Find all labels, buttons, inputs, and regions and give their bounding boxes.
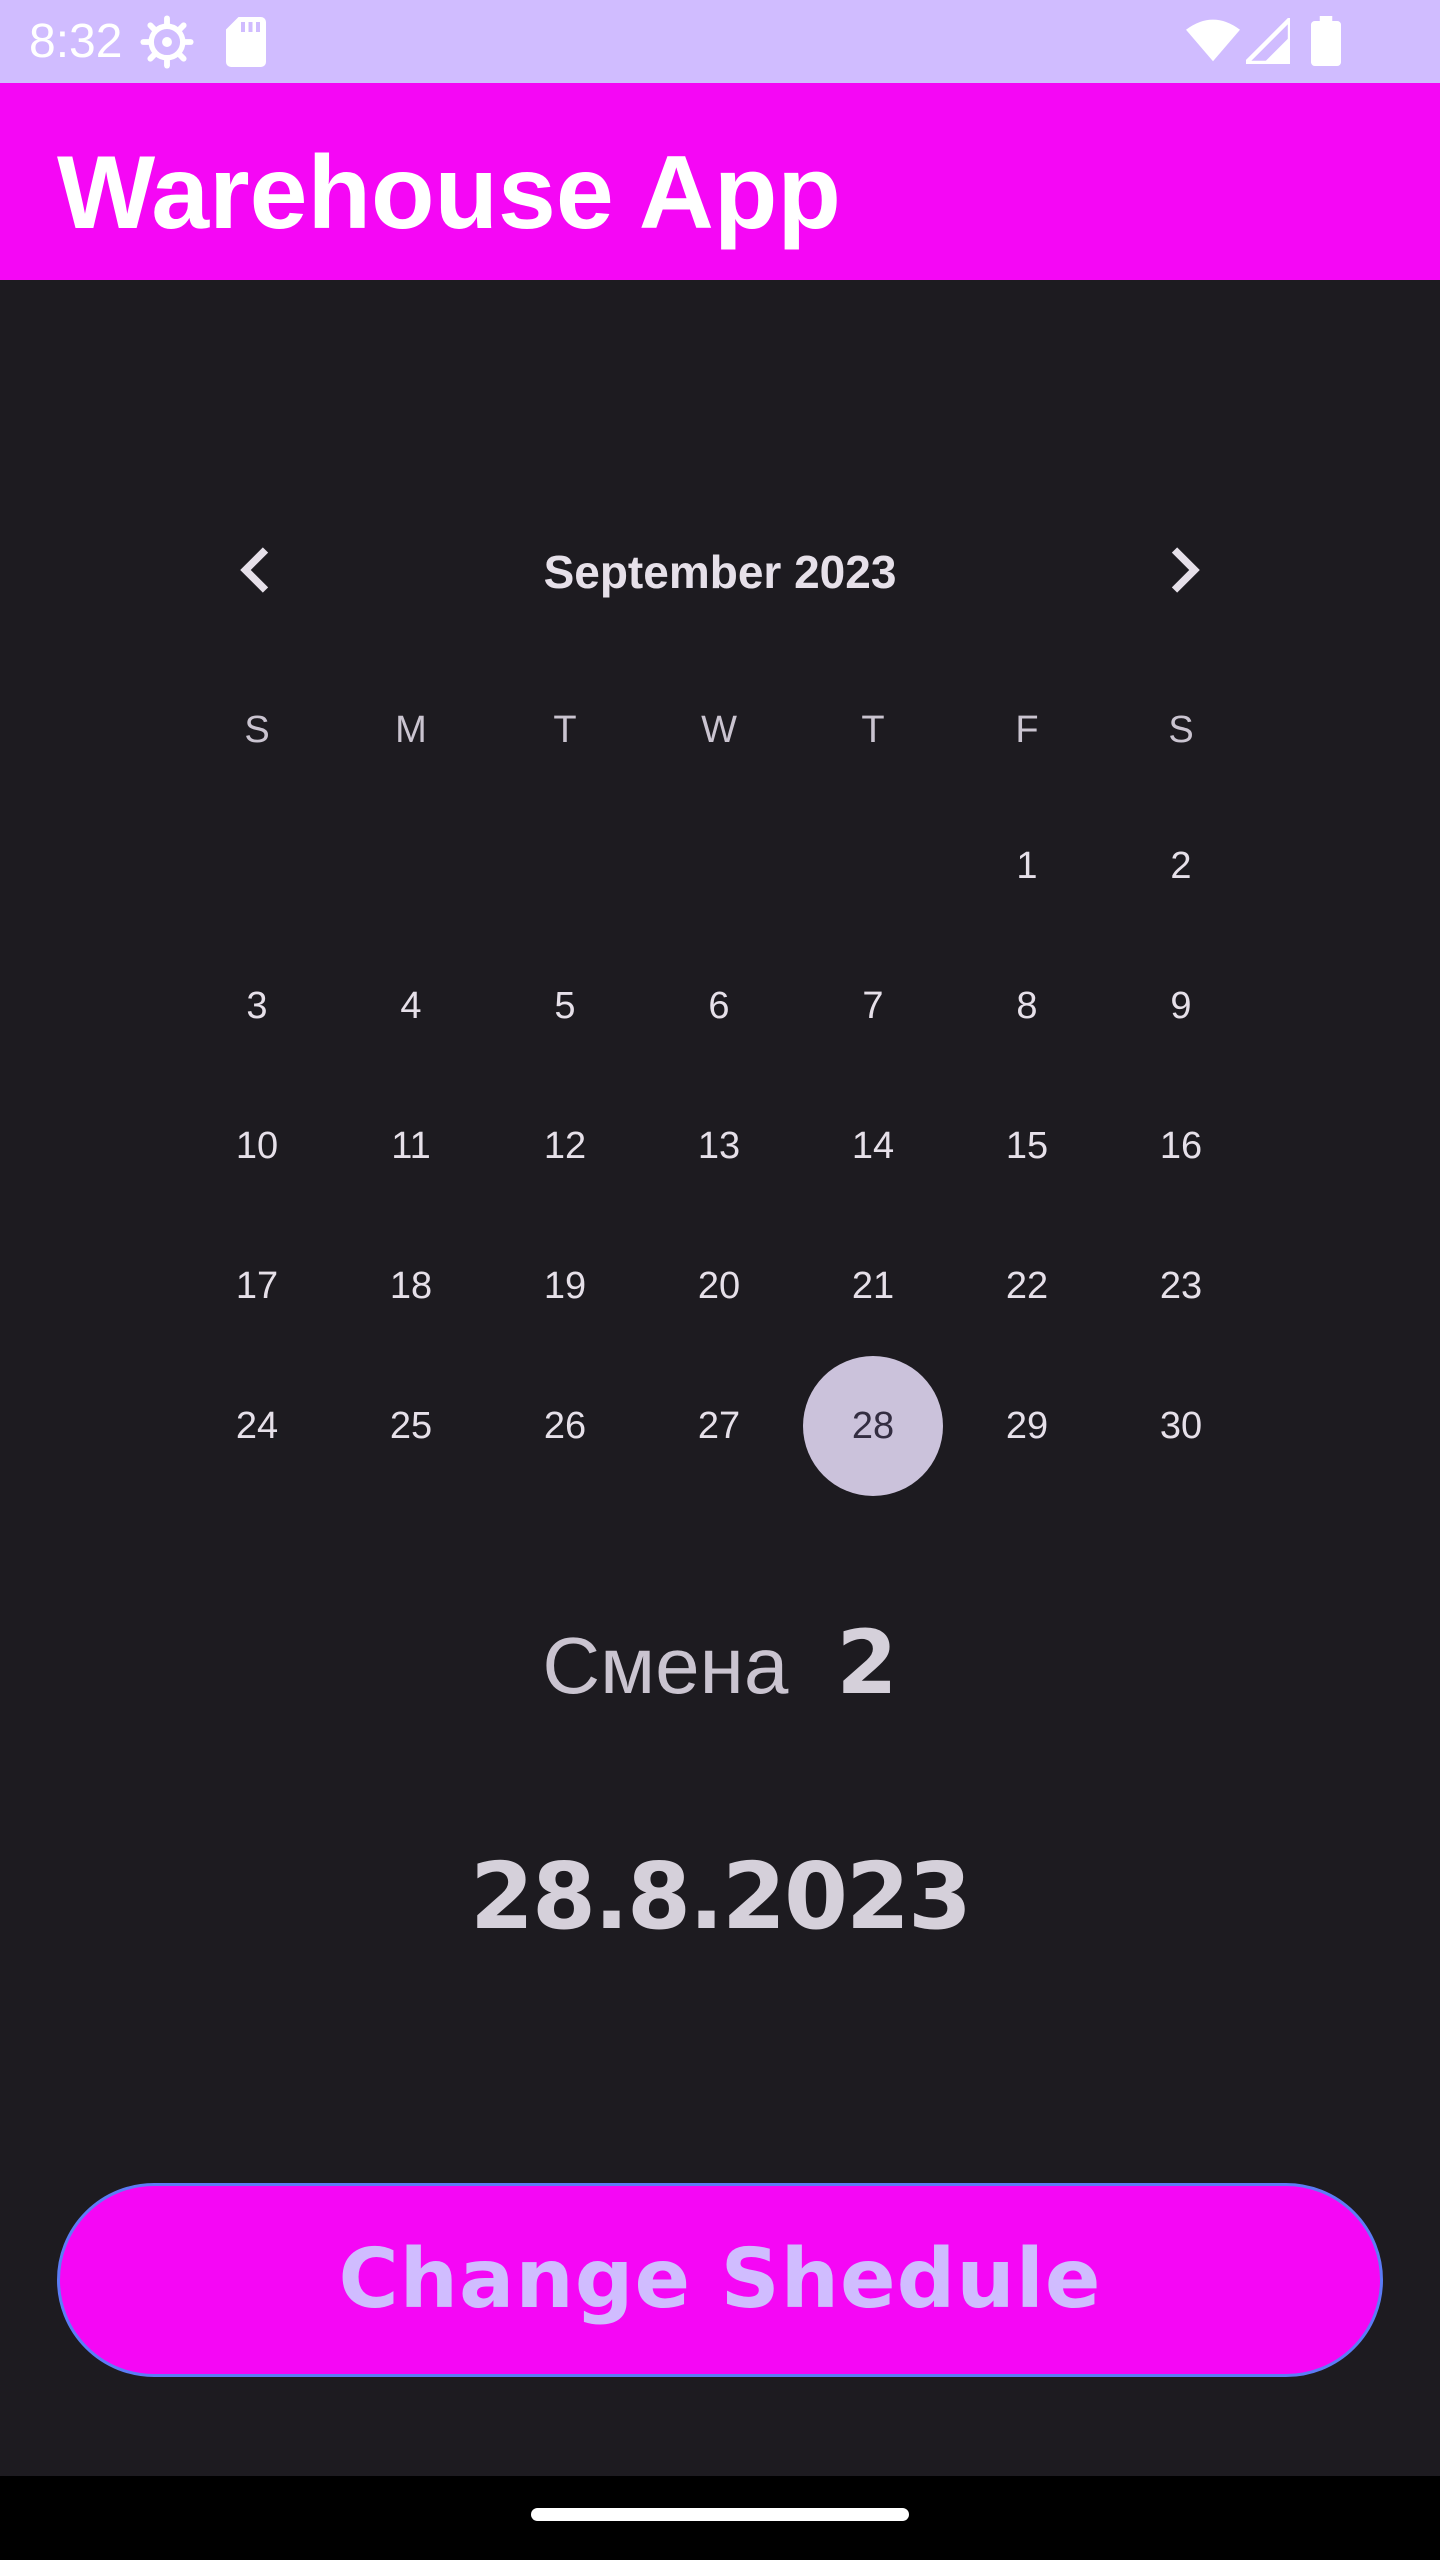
day-cell[interactable]: 20 (649, 1216, 789, 1356)
day-cell[interactable]: 5 (495, 936, 635, 1076)
day-cell[interactable]: 4 (341, 936, 481, 1076)
day-cell[interactable]: 24 (187, 1356, 327, 1496)
day-cell[interactable]: 29 (957, 1356, 1097, 1496)
day-cell[interactable]: 10 (187, 1076, 327, 1216)
change-schedule-label: Change Shedule (338, 2232, 1102, 2327)
weekday-label: T (553, 709, 577, 751)
day-cell[interactable]: 19 (495, 1216, 635, 1356)
home-handle[interactable] (531, 2508, 909, 2521)
change-schedule-button[interactable]: Change Shedule (57, 2183, 1383, 2377)
day-cell[interactable]: 9 (1111, 936, 1251, 1076)
day-cell[interactable]: 27 (649, 1356, 789, 1496)
day-cell[interactable]: 18 (341, 1216, 481, 1356)
day-cell[interactable]: 25 (341, 1356, 481, 1496)
wifi-icon (1186, 19, 1240, 62)
day-cell[interactable]: 15 (957, 1076, 1097, 1216)
gear-icon (140, 15, 194, 69)
day-cell[interactable]: 7 (803, 936, 943, 1076)
weekday-label: W (701, 709, 737, 751)
day-cell[interactable]: 6 (649, 936, 789, 1076)
shift-row: Смена 2 (0, 1608, 1440, 1721)
battery-icon (1311, 16, 1341, 66)
shift-number: 2 (836, 1611, 898, 1714)
app-title: Warehouse App (57, 135, 841, 251)
day-cell[interactable]: 21 (803, 1216, 943, 1356)
day-cell[interactable]: 8 (957, 936, 1097, 1076)
weekday-label: T (861, 709, 885, 751)
shift-label: Смена (542, 1621, 789, 1710)
month-label: September 2023 (543, 546, 897, 598)
status-time: 8:32 (29, 15, 123, 68)
navigation-bar (0, 2476, 1440, 2560)
day-cell[interactable]: 12 (495, 1076, 635, 1216)
day-cell[interactable]: 23 (1111, 1216, 1251, 1356)
day-cell[interactable]: 13 (649, 1076, 789, 1216)
signal-icon (1246, 18, 1290, 64)
day-cell[interactable]: 1 (957, 796, 1097, 936)
day-cell[interactable]: 26 (495, 1356, 635, 1496)
day-cell[interactable]: 16 (1111, 1076, 1251, 1216)
day-cell[interactable]: 17 (187, 1216, 327, 1356)
day-cell[interactable]: 2 (1111, 796, 1251, 936)
weekday-label: S (1168, 709, 1194, 751)
weekday-label: M (395, 709, 427, 751)
day-cell-selected[interactable]: 28 (803, 1356, 943, 1496)
day-cell[interactable]: 30 (1111, 1356, 1251, 1496)
sd-card-icon (226, 17, 266, 67)
selected-date: 28.8.2023 (470, 1843, 972, 1950)
weekday-label: F (1015, 709, 1039, 751)
app-bar: Warehouse App (0, 83, 1440, 280)
day-cell[interactable]: 14 (803, 1076, 943, 1216)
weekday-label: S (244, 709, 270, 751)
day-cell[interactable]: 22 (957, 1216, 1097, 1356)
day-cell[interactable]: 11 (341, 1076, 481, 1216)
next-month-button[interactable] (1152, 540, 1212, 600)
status-bar: 8:32 (0, 0, 1440, 83)
previous-month-button[interactable] (228, 540, 288, 600)
day-cell[interactable]: 3 (187, 936, 327, 1076)
